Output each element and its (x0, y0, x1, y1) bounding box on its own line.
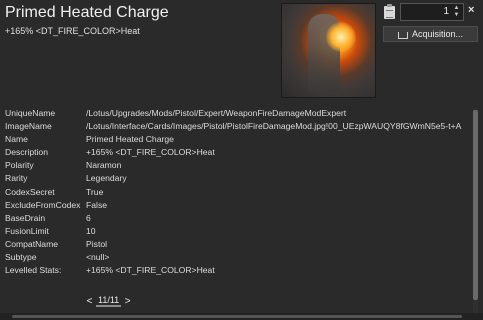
property-key: FusionLimit (5, 225, 49, 236)
mod-detail-window: Primed Heated Charge +165% <DT_FIRE_COLO… (0, 0, 483, 320)
clipboard-icon[interactable] (384, 4, 395, 19)
property-row: CodexSecret True (5, 186, 473, 199)
properties-table: UniqueName /Lotus/Upgrades/Mods/Pistol/E… (5, 107, 473, 277)
property-value: True (86, 186, 104, 197)
property-key: Rarity (5, 173, 28, 184)
property-value: <null> (86, 252, 110, 263)
property-key: CodexSecret (5, 186, 55, 197)
property-key: Subtype (5, 252, 37, 263)
pager-label: 11/11 (96, 295, 122, 307)
property-value: Legendary (86, 173, 127, 184)
property-value: /Lotus/Upgrades/Mods/Pistol/Expert/Weapo… (86, 108, 347, 118)
property-row: ExcludeFromCodex False (5, 199, 473, 212)
property-key: Name (5, 134, 28, 145)
property-value: /Lotus/Interface/Cards/Images/Pistol/Pis… (86, 121, 462, 132)
horizontal-scrollbar-thumb[interactable] (12, 315, 462, 318)
quantity-value: 1 (443, 6, 449, 17)
property-key: CompatName (5, 238, 59, 249)
pager-prev-button[interactable]: < (85, 296, 94, 307)
property-row: Name Primed Heated Charge (5, 133, 473, 146)
property-row: Levelled Stats: +165% <DT_FIRE_COLOR>Hea… (5, 264, 473, 277)
property-value: 10 (86, 225, 96, 236)
page-title: Primed Heated Charge (5, 4, 169, 21)
property-row: FusionLimit 10 (5, 225, 473, 238)
property-row: Description +165% <DT_FIRE_COLOR>Heat (5, 146, 473, 159)
property-key: UniqueName (5, 108, 56, 118)
acquisition-label: Acquisition... (411, 29, 464, 39)
property-row: BaseDrain 6 (5, 212, 473, 225)
property-key: Polarity (5, 160, 34, 171)
property-row: CompatName Pistol (5, 238, 473, 251)
vertical-scrollbar-thumb[interactable] (473, 110, 478, 300)
property-row: ImageName /Lotus/Interface/Cards/Images/… (5, 120, 473, 133)
property-value: 6 (86, 212, 91, 223)
property-value: +165% <DT_FIRE_COLOR>Heat (86, 265, 215, 276)
acquisition-button[interactable]: Acquisition... (383, 26, 478, 42)
property-value: Pistol (86, 238, 108, 249)
vertical-scrollbar[interactable] (473, 108, 478, 313)
property-row: Subtype <null> (5, 251, 473, 264)
property-value: Naramon (86, 160, 122, 171)
close-icon[interactable]: × (468, 4, 474, 16)
pager-next-button[interactable]: > (123, 296, 132, 307)
page-subtitle: +165% <DT_FIRE_COLOR>Heat (5, 26, 140, 36)
property-row: Rarity Legendary (5, 172, 473, 185)
mod-card-image (281, 3, 376, 98)
property-key: Levelled Stats: (5, 265, 62, 276)
property-key: Description (5, 147, 48, 158)
property-key: ImageName (5, 121, 52, 132)
property-row: Polarity Naramon (5, 159, 473, 172)
property-key: ExcludeFromCodex (5, 199, 81, 210)
spinner-arrows-icon[interactable]: ▲ ▼ (452, 5, 461, 19)
quantity-stepper[interactable]: 1 ▲ ▼ (400, 3, 464, 21)
fire-glow (326, 22, 356, 52)
property-value: False (86, 199, 108, 210)
property-value: Primed Heated Charge (86, 134, 174, 145)
cart-icon (397, 31, 408, 39)
horizontal-scrollbar[interactable] (0, 313, 483, 320)
property-key: BaseDrain (5, 212, 46, 223)
pager: < 11/11 > (85, 294, 132, 308)
property-row: UniqueName /Lotus/Upgrades/Mods/Pistol/E… (5, 107, 473, 120)
property-value: +165% <DT_FIRE_COLOR>Heat (86, 147, 215, 158)
